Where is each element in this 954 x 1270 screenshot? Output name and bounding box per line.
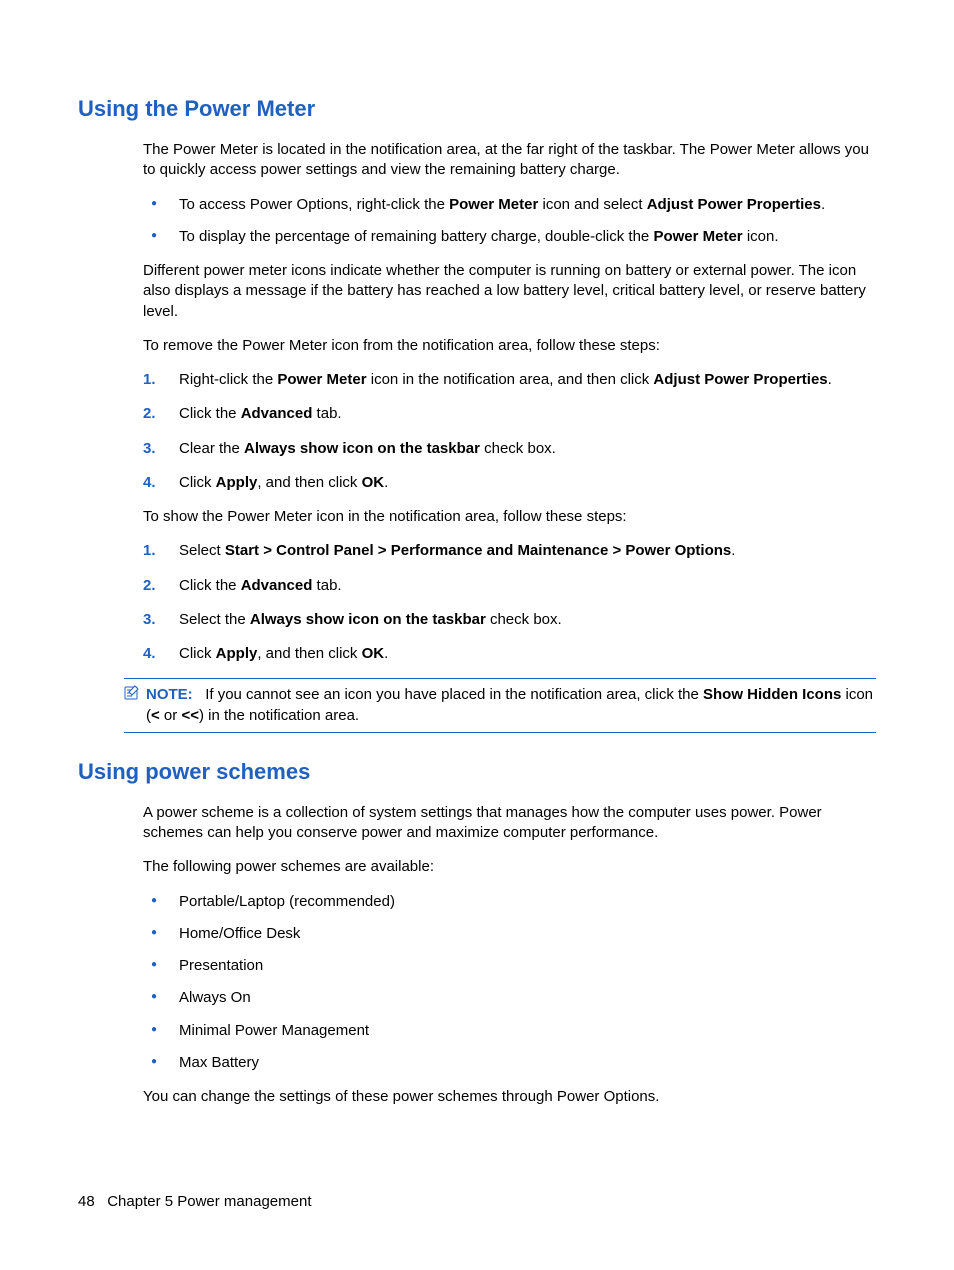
step-item: Right-click the Power Meter icon in the …	[143, 370, 876, 390]
chapter-label: Chapter 5 Power management	[107, 1193, 311, 1210]
section-power-meter-body: The Power Meter is located in the notifi…	[143, 140, 876, 664]
bullet-item: To access Power Options, right-click the…	[143, 195, 876, 215]
access-bullets: To access Power Options, right-click the…	[143, 195, 876, 248]
scheme-item: Always On	[143, 988, 876, 1008]
heading-power-schemes: Using power schemes	[78, 759, 876, 785]
scheme-item: Max Battery	[143, 1053, 876, 1073]
note-box: NOTE: If you cannot see an icon you have…	[124, 678, 876, 733]
scheme-item: Portable/Laptop (recommended)	[143, 892, 876, 912]
schemes-change: You can change the settings of these pow…	[143, 1087, 876, 1107]
step-item: Click the Advanced tab.	[143, 404, 876, 424]
scheme-item: Presentation	[143, 956, 876, 976]
step-item: Click Apply, and then click OK.	[143, 473, 876, 493]
intro-paragraph: The Power Meter is located in the notifi…	[143, 140, 876, 181]
steps-remove: Right-click the Power Meter icon in the …	[143, 370, 876, 493]
scheme-item: Home/Office Desk	[143, 924, 876, 944]
scheme-item: Minimal Power Management	[143, 1021, 876, 1041]
page-footer: 48 Chapter 5 Power management	[78, 1193, 311, 1210]
schemes-available: The following power schemes are availabl…	[143, 857, 876, 877]
note-label: NOTE:	[146, 686, 193, 703]
step-item: Select the Always show icon on the taskb…	[143, 610, 876, 630]
note-icon	[124, 685, 140, 701]
bullet-item: To display the percentage of remaining b…	[143, 227, 876, 247]
step-item: Click Apply, and then click OK.	[143, 644, 876, 664]
schemes-intro: A power scheme is a collection of system…	[143, 803, 876, 844]
section-power-schemes-body: A power scheme is a collection of system…	[143, 803, 876, 1108]
step-item: Clear the Always show icon on the taskba…	[143, 439, 876, 459]
para-icons: Different power meter icons indicate whe…	[143, 261, 876, 322]
steps-show: Select Start > Control Panel > Performan…	[143, 541, 876, 664]
page-number: 48	[78, 1193, 95, 1210]
step-item: Select Start > Control Panel > Performan…	[143, 541, 876, 561]
page-content: Using the Power Meter The Power Meter is…	[0, 0, 954, 1107]
step-item: Click the Advanced tab.	[143, 576, 876, 596]
heading-power-meter: Using the Power Meter	[78, 96, 876, 122]
schemes-list: Portable/Laptop (recommended) Home/Offic…	[143, 892, 876, 1074]
para-show-intro: To show the Power Meter icon in the noti…	[143, 507, 876, 527]
para-remove-intro: To remove the Power Meter icon from the …	[143, 336, 876, 356]
